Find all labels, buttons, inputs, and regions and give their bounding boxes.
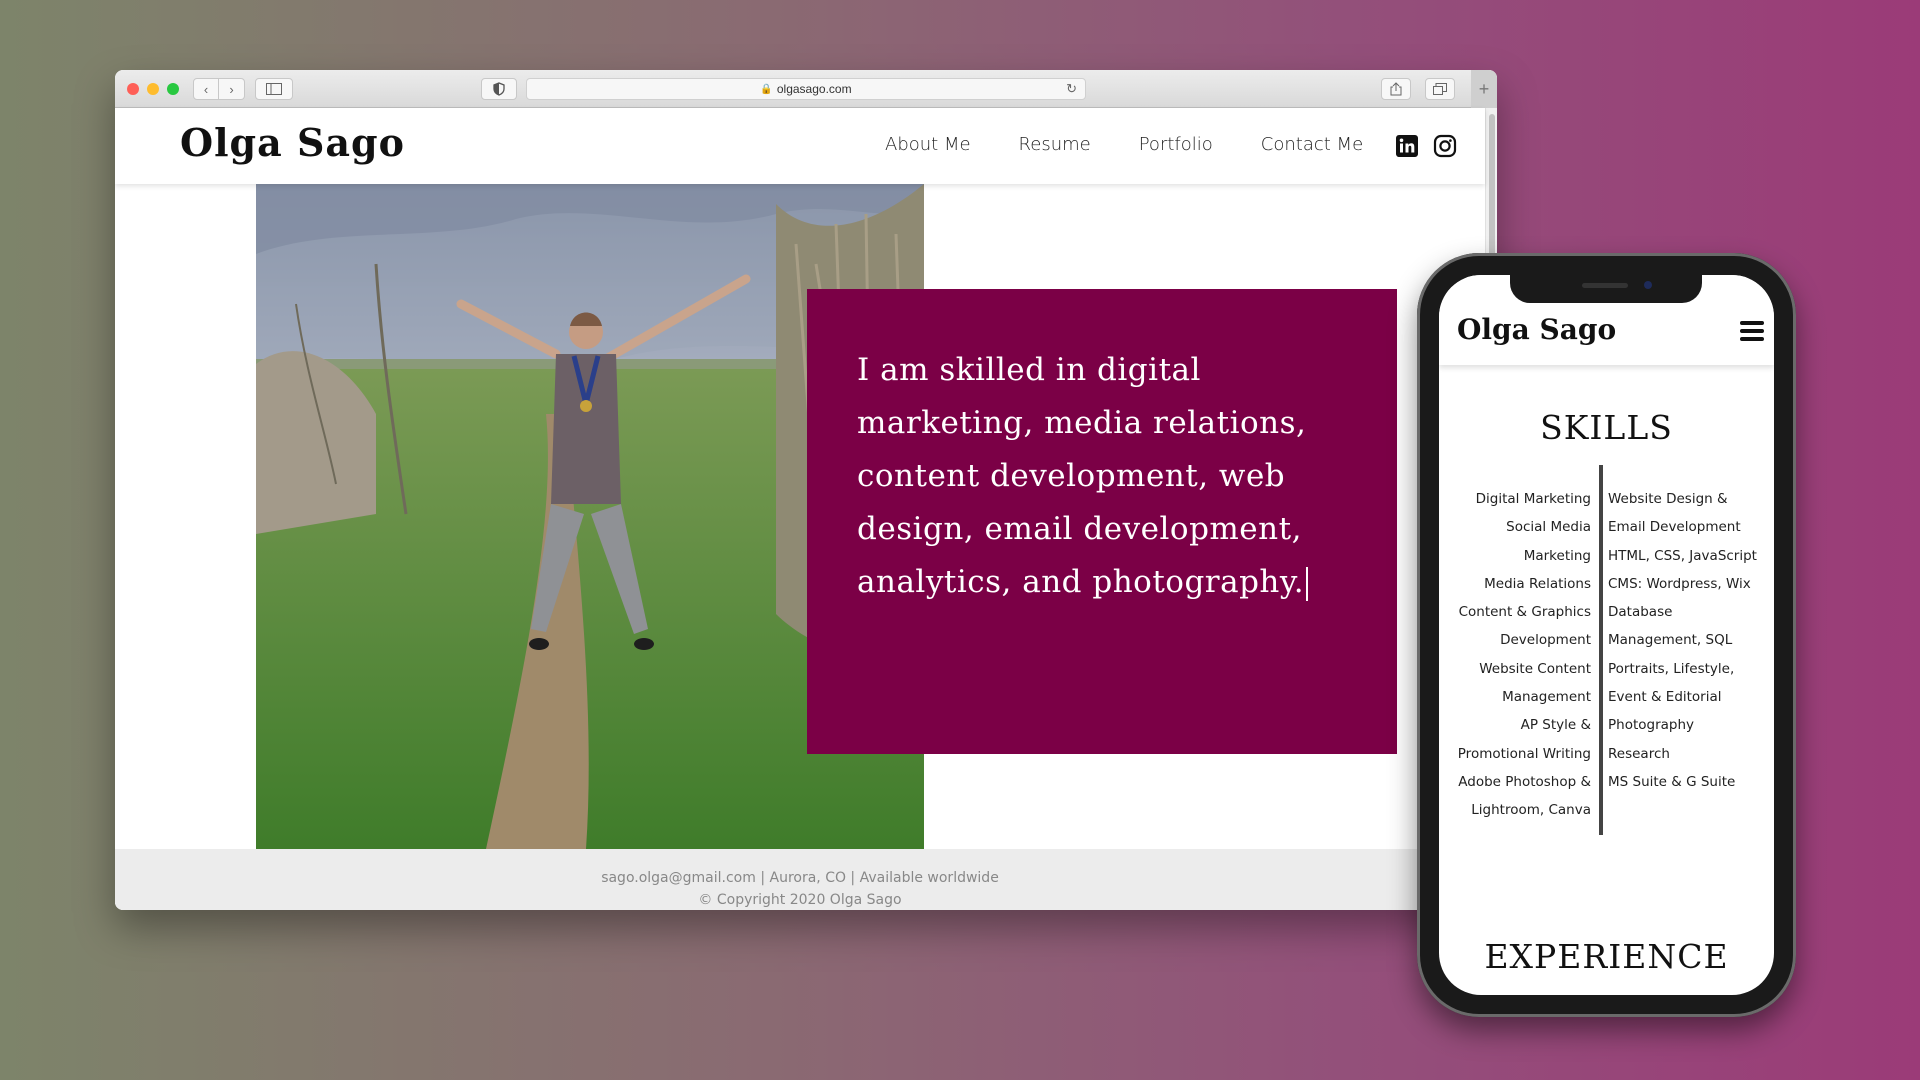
skill-item: Promotional Writing — [1457, 745, 1591, 762]
instagram-icon[interactable] — [1433, 134, 1457, 158]
back-button[interactable]: ‹ — [193, 78, 219, 100]
skill-item: HTML, CSS, JavaScript — [1608, 547, 1757, 564]
skill-item: Media Relations — [1484, 575, 1591, 592]
skills-list-right: Website Design & Email Development HTML,… — [1608, 485, 1773, 796]
privacy-report-button[interactable] — [481, 78, 517, 100]
skills-heading: SKILLS — [1540, 408, 1673, 447]
skills-divider — [1599, 465, 1603, 835]
experience-heading: EXPERIENCE — [1484, 937, 1729, 976]
skill-item: Development — [1500, 632, 1591, 649]
skill-item: CMS: Wordpress, Wix — [1608, 575, 1751, 592]
tabs-icon — [1433, 83, 1447, 95]
skill-item: Website Design & — [1608, 491, 1728, 507]
skill-item: Event & Editorial — [1608, 689, 1722, 706]
nav-portfolio[interactable]: Portfolio — [1139, 134, 1213, 155]
history-nav: ‹ › — [193, 78, 245, 100]
skill-item: Database — [1608, 604, 1673, 621]
share-button[interactable] — [1381, 78, 1411, 100]
skill-item: Email Development — [1608, 519, 1741, 536]
skill-item: Research — [1608, 745, 1670, 762]
skill-item: Portraits, Lifestyle, — [1608, 660, 1735, 677]
hero-quote: I am skilled in digital marketing, media… — [857, 352, 1309, 601]
address-bar[interactable]: 🔒 olgasago.com ↻ — [526, 78, 1086, 100]
nav-contact-me[interactable]: Contact Me — [1261, 134, 1363, 155]
skill-item: Marketing — [1523, 547, 1591, 564]
text-cursor — [1306, 566, 1309, 601]
speaker-grille — [1582, 283, 1628, 288]
phone-screen: Olga Sago SKILLS Digital Marketing Socia… — [1439, 275, 1774, 995]
site-footer: sago.olga@gmail.com | Aurora, CO | Avail… — [115, 849, 1485, 910]
site-logo[interactable]: Olga Sago — [180, 120, 405, 165]
skill-item: Management, SQL — [1608, 632, 1733, 649]
phone-notch — [1510, 275, 1702, 303]
sidebar-icon — [266, 83, 282, 95]
hamburger-icon[interactable] — [1740, 321, 1764, 341]
zoom-window-button[interactable] — [167, 83, 179, 95]
chevron-right-icon: › — [229, 81, 234, 97]
phone-mockup: Olga Sago SKILLS Digital Marketing Socia… — [1417, 253, 1796, 1017]
skill-item: Website Content — [1479, 660, 1591, 677]
site-header: Olga Sago About Me Resume Portfolio Cont… — [115, 108, 1485, 184]
hero-quote-box: I am skilled in digital marketing, media… — [807, 289, 1397, 754]
skill-item: AP Style & — [1520, 717, 1591, 734]
footer-contact: sago.olga@gmail.com | Aurora, CO | Avail… — [601, 870, 999, 886]
skill-item: Lightroom, Canva — [1471, 802, 1591, 819]
skill-item: Social Media — [1506, 519, 1591, 536]
chevron-left-icon: ‹ — [203, 81, 209, 97]
window-controls — [127, 83, 179, 95]
minimize-window-button[interactable] — [147, 83, 159, 95]
shield-icon — [493, 82, 505, 96]
skill-item: Photography — [1608, 717, 1695, 734]
tab-overview-button[interactable] — [1425, 78, 1455, 100]
browser-titlebar: ‹ › 🔒 olgasago.com ↻ + — [115, 70, 1497, 108]
browser-window: ‹ › 🔒 olgasago.com ↻ + Olga Sago About M… — [115, 70, 1497, 910]
nav-resume[interactable]: Resume — [1019, 134, 1091, 155]
new-tab-button[interactable]: + — [1471, 70, 1497, 108]
skill-item: Management — [1502, 689, 1591, 706]
skill-item: Content & Graphics — [1458, 604, 1591, 621]
footer-copyright: © Copyright 2020 Olga Sago — [698, 892, 902, 908]
camera-icon — [1644, 281, 1652, 289]
social-links — [1395, 134, 1457, 158]
main-nav: About Me Resume Portfolio Contact Me — [885, 134, 1411, 155]
web-viewport: Olga Sago About Me Resume Portfolio Cont… — [115, 108, 1485, 910]
plus-icon: + — [1478, 78, 1490, 99]
linkedin-icon[interactable] — [1395, 134, 1419, 158]
mobile-logo[interactable]: Olga Sago — [1457, 313, 1616, 346]
skill-item: MS Suite & G Suite — [1608, 773, 1736, 790]
share-icon — [1390, 82, 1402, 96]
reload-icon[interactable]: ↻ — [1066, 81, 1077, 97]
nav-about-me[interactable]: About Me — [885, 134, 971, 155]
skills-list-left: Digital Marketing Social Media Marketing… — [1441, 485, 1591, 825]
skill-item: Digital Marketing — [1475, 491, 1591, 507]
url-text: olgasago.com — [776, 82, 852, 96]
skill-item: Adobe Photoshop & — [1458, 773, 1591, 790]
sidebar-toggle-button[interactable] — [255, 78, 293, 100]
close-window-button[interactable] — [127, 83, 139, 95]
forward-button[interactable]: › — [219, 78, 245, 100]
lock-icon: 🔒 — [760, 83, 773, 95]
